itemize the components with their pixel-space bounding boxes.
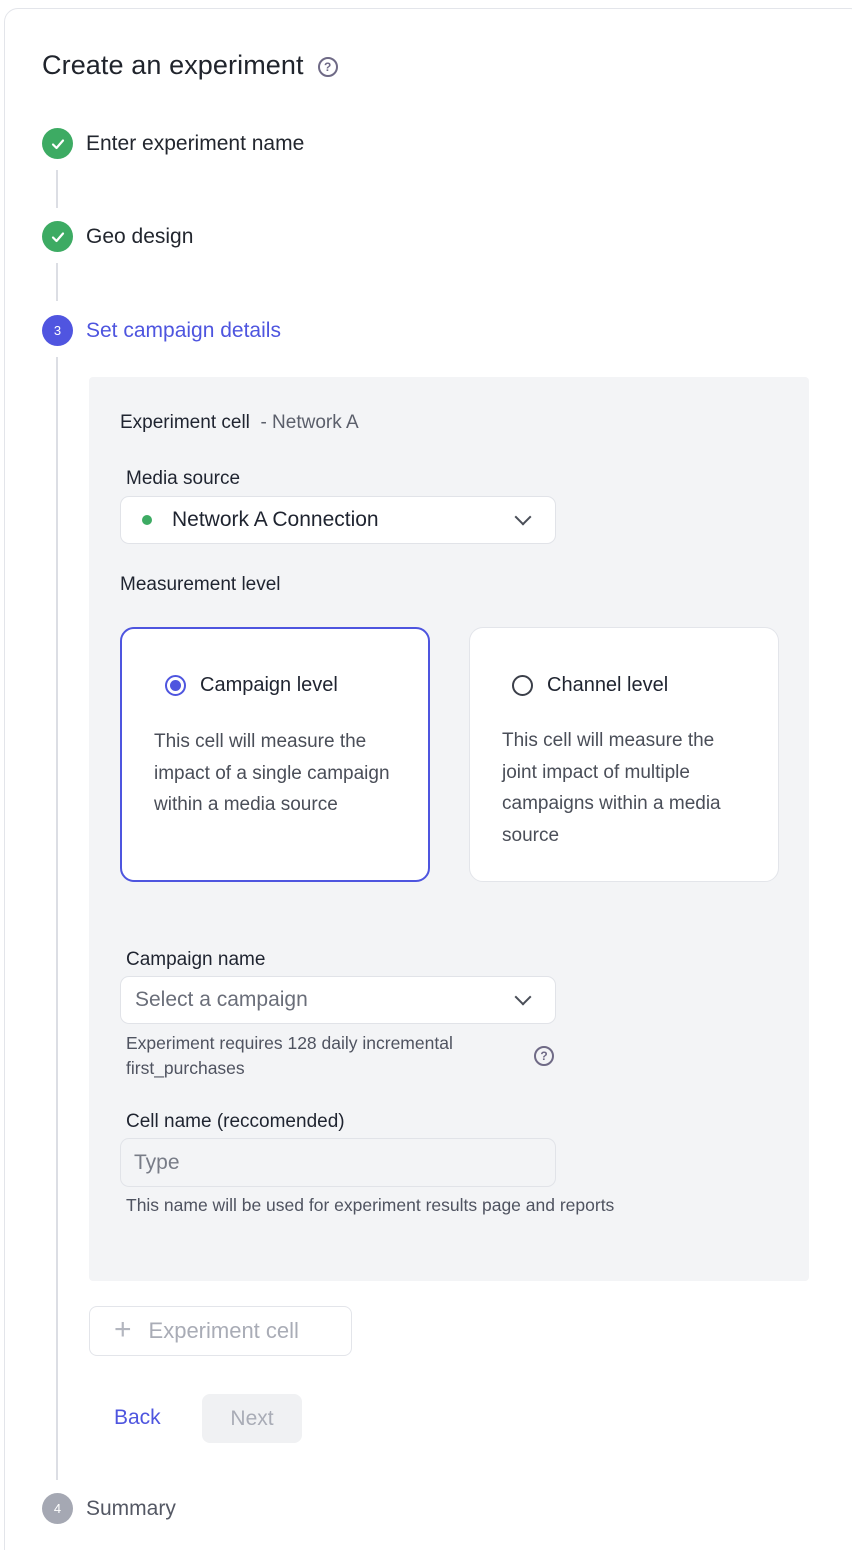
media-source-label: Media source [126, 468, 241, 489]
cell-subtitle: - Network A [260, 412, 359, 433]
campaign-level-radio[interactable] [165, 675, 186, 696]
cell-title: Experiment cell - Network A [120, 412, 359, 434]
option-description: This cell will measure the impact of a s… [154, 731, 390, 815]
step-geo-design[interactable]: Geo design [42, 221, 193, 252]
option-description: This cell will measure the joint impact … [502, 730, 721, 846]
step-enter-experiment-name[interactable]: Enter experiment name [42, 128, 304, 159]
help-icon[interactable]: ? [534, 1046, 554, 1066]
back-button[interactable]: Back [114, 1406, 161, 1430]
cell-title-text: Experiment cell [120, 412, 250, 433]
help-icon[interactable]: ? [317, 57, 338, 77]
campaign-name-label: Campaign name [126, 949, 266, 970]
measurement-level-label: Measurement level [120, 574, 281, 595]
check-icon [42, 221, 73, 252]
page-title: Create an experiment [42, 50, 304, 80]
step-label: Enter experiment name [86, 131, 305, 155]
campaign-select[interactable]: Select a campaign [120, 976, 556, 1024]
next-button[interactable]: Next [202, 1394, 302, 1443]
channel-level-option[interactable]: Channel level This cell will measure the… [469, 627, 779, 882]
campaign-requirement-hint: Experiment requires 128 daily incrementa… [126, 1033, 453, 1078]
cell-name-input[interactable] [120, 1138, 556, 1187]
campaign-level-option[interactable]: Campaign level This cell will measure th… [120, 627, 430, 882]
connection-status-dot [142, 515, 152, 525]
radio-row: Channel level [512, 674, 668, 697]
add-cell-label: Experiment cell [148, 1318, 299, 1343]
media-source-value: Network A Connection [172, 508, 379, 531]
page-header: Create an experiment ? [42, 50, 338, 81]
plus-icon: + [114, 1312, 132, 1346]
step-number-badge: 3 [42, 315, 73, 346]
step-number-badge: 4 [42, 1493, 73, 1524]
step-connector [56, 170, 58, 208]
option-label: Channel level [547, 674, 669, 696]
cell-name-label: Cell name (reccomended) [126, 1111, 345, 1132]
step-connector [56, 263, 58, 301]
check-icon [42, 128, 73, 159]
step-summary[interactable]: 4 Summary [42, 1493, 176, 1524]
step-label: Geo design [86, 224, 194, 248]
option-label: Campaign level [200, 674, 338, 696]
campaign-select-placeholder: Select a campaign [135, 988, 308, 1011]
step-set-campaign-details[interactable]: 3 Set campaign details [42, 315, 281, 346]
step-connector [56, 357, 58, 1480]
add-experiment-cell-button[interactable]: + Experiment cell [89, 1306, 352, 1356]
step-label: Summary [86, 1496, 176, 1520]
chevron-down-icon [514, 508, 532, 526]
channel-level-radio[interactable] [512, 675, 533, 696]
step-label: Set campaign details [86, 318, 281, 342]
radio-row: Campaign level [165, 674, 338, 697]
media-source-select[interactable]: Network A Connection [120, 496, 556, 544]
chevron-down-icon [514, 988, 532, 1006]
cell-name-hint: This name will be used for experiment re… [126, 1195, 615, 1215]
